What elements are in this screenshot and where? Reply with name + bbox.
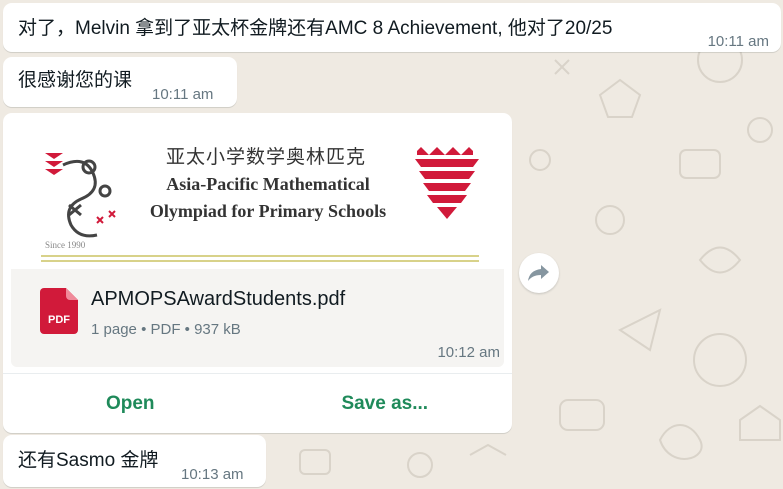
attachment-actions: Open Save as... <box>3 373 512 433</box>
apmops-emblem-icon <box>415 147 479 219</box>
message-time: 10:12 am <box>437 344 500 361</box>
save-as-button[interactable]: Save as... <box>258 374 513 433</box>
pdf-icon-label: PDF <box>48 314 70 326</box>
file-info[interactable]: PDF APMOPSAwardStudents.pdf 1 page • PDF… <box>11 269 504 367</box>
forward-icon <box>528 265 549 281</box>
message-bubble[interactable]: 还有Sasmo 金牌 10:13 am <box>3 435 266 487</box>
document-text-lines <box>41 255 479 262</box>
message-time: 10:11 am <box>152 86 214 103</box>
attachment-bubble[interactable]: 亚太小学数学奥林匹克 Asia-Pacific Mathematical Oly… <box>3 113 512 433</box>
file-size: 937 kB <box>194 321 241 338</box>
file-type: PDF <box>150 321 181 338</box>
file-meta: 1 page • PDF • 937 kB <box>91 318 241 342</box>
message-text: 对了，Melvin 拿到了亚太杯金牌还有AMC 8 Achievement, 他… <box>18 18 613 39</box>
file-pages: 1 page <box>91 321 137 338</box>
message-time: 10:11 am <box>707 33 769 50</box>
apmops-banner: 亚太小学数学奥林匹克 Asia-Pacific Mathematical Oly… <box>33 135 483 267</box>
open-button[interactable]: Open <box>3 374 258 433</box>
message-text: 很感谢您的课 <box>18 70 133 91</box>
banner-title-cn: 亚太小学数学奥林匹克 <box>165 146 366 168</box>
forward-button[interactable] <box>519 253 559 293</box>
meta-separator: • <box>184 321 195 338</box>
message-bubble[interactable]: 很感谢您的课 10:11 am <box>3 57 237 107</box>
banner-title-en-line1: Asia-Pacific Mathematical <box>166 174 370 194</box>
message-text: 还有Sasmo 金牌 <box>18 450 159 471</box>
message-time: 10:13 am <box>181 466 244 483</box>
pdf-file-icon: PDF <box>40 288 78 334</box>
file-name: APMOPSAwardStudents.pdf <box>91 288 346 310</box>
message-bubble[interactable]: 对了，Melvin 拿到了亚太杯金牌还有AMC 8 Achievement, 他… <box>3 3 781 52</box>
banner-title-en-line2: Olympiad for Primary Schools <box>149 201 387 221</box>
